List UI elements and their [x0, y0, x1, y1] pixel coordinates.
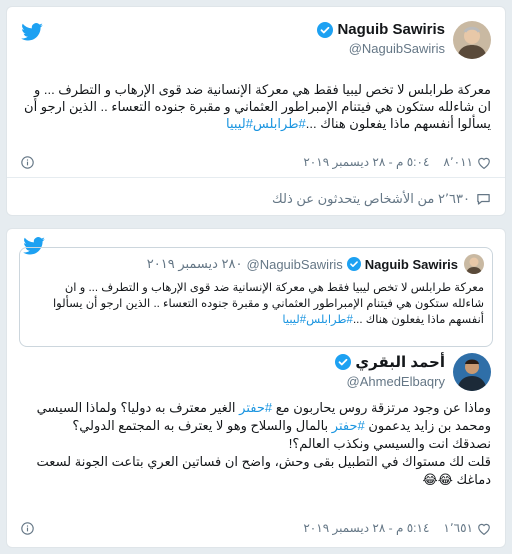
divider [7, 177, 505, 178]
tweet-text: معركة طرابلس لا تخص ليبيا فقط هي معركة ا… [21, 81, 491, 132]
verified-badge-icon [346, 257, 361, 271]
tweet-text-line: شاءلله ستكون هي فيتنام الإمبراطور العثما… [52, 298, 484, 310]
tweet-text-line: ان شاءلله ستكون هي فيتنام الإمبراطور الع… [24, 99, 491, 114]
speech-bubble-icon [476, 192, 491, 206]
tweet-author-header[interactable]: Naguib Sawiris @NaguibSawiris [317, 21, 491, 59]
author-handle[interactable]: @NaguibSawiris [317, 41, 445, 56]
quoted-author-header[interactable]: Naguib Sawiris @NaguibSawiris ٢٨٠ ديسمبر… [147, 254, 484, 274]
tweet-author-header[interactable]: أحمد البقري @AhmedElbaqry [335, 353, 491, 391]
tweet-text-line: نصدقك انت والسيسي ونكذب العالم؟! [288, 436, 491, 451]
tweet-timestamp[interactable]: ٥:٠٤ م - ٢٨ ديسمبر ٢٠١٩ [303, 155, 429, 169]
tweet-text-line: أنفسهم ماذا يفعلون هناك ...#طرابلس#ليبيا [282, 314, 484, 326]
tweet-text-line: ومحمد بن زايد يدعمون #حفتر بالمال والسلا… [72, 418, 491, 433]
info-icon[interactable] [21, 156, 34, 169]
hashtag-link[interactable]: #ليبيا [282, 314, 306, 326]
avatar[interactable] [464, 254, 484, 274]
hashtag-link[interactable]: #طرابلس [253, 116, 306, 131]
hashtag-link[interactable]: #حفتر [332, 418, 365, 433]
verified-badge-icon [335, 354, 352, 370]
tweet-text-line: قلت لك مستواك في التطبيل بقى وحش، واضح ا… [36, 454, 491, 469]
tweet-meta-row: ٨٬٠١١ ٥:٠٤ م - ٢٨ ديسمبر ٢٠١٩ [303, 155, 491, 169]
people-talking-text[interactable]: ٢٬٦٣٠ من الأشخاص يتحدثون عن ذلك [272, 191, 470, 207]
author-display-name: أحمد البقري [355, 354, 445, 371]
author-handle[interactable]: @AhmedElbaqry [335, 374, 445, 389]
like-count[interactable]: ١٬٦٥١ [443, 521, 473, 535]
hashtag-link[interactable]: #حفتر [239, 400, 272, 415]
avatar[interactable] [453, 353, 491, 391]
hashtag-link[interactable]: #طرابلس [306, 314, 353, 326]
quoted-handle[interactable]: @NaguibSawiris [247, 257, 343, 272]
quoted-tweet-text: معركة طرابلس لا تخص ليبيا فقط هي معركة ا… [28, 280, 484, 328]
twitter-bird-icon[interactable] [21, 23, 43, 41]
avatar[interactable] [453, 21, 491, 59]
heart-icon[interactable] [477, 156, 491, 169]
quoted-date[interactable]: ٢٨٠ ديسمبر ٢٠١٩ [147, 256, 243, 272]
tweet-text-line: وماذا عن وجود مرتزقة روس يحاربون مع #حفت… [36, 400, 491, 415]
quoted-display-name: Naguib Sawiris [364, 256, 458, 272]
embedded-tweet-card: Naguib Sawiris @NaguibSawiris ٢٨٠ ديسمبر… [6, 228, 506, 548]
quoted-tweet[interactable]: Naguib Sawiris @NaguibSawiris ٢٨٠ ديسمبر… [19, 247, 493, 347]
tweet-text-line: معركة طرابلس لا تخص ليبيا فقط هي معركة ا… [64, 282, 484, 294]
tweet-text-line: دماغك 😂😂 [422, 472, 491, 487]
author-display-name: Naguib Sawiris [337, 21, 445, 38]
tweet-text-line: معركة طرابلس لا تخص ليبيا فقط هي معركة ا… [33, 82, 491, 97]
embedded-tweet-card: Naguib Sawiris @NaguibSawiris معركة طراب… [6, 6, 506, 216]
hashtag-link[interactable]: #ليبيا [226, 116, 253, 131]
tweet-text-line: يسألوا أنفسهم ماذا يفعلون هناك ...#طرابل… [226, 116, 491, 131]
verified-badge-icon [317, 21, 334, 38]
info-icon[interactable] [21, 522, 34, 535]
heart-icon[interactable] [477, 522, 491, 535]
tweet-meta-row: ١٬٦٥١ ٥:١٤ م - ٢٨ ديسمبر ٢٠١٩ [303, 521, 491, 535]
like-count[interactable]: ٨٬٠١١ [443, 155, 473, 169]
people-talking-link[interactable]: ٢٬٦٣٠ من الأشخاص يتحدثون عن ذلك [272, 191, 491, 207]
tweet-timestamp[interactable]: ٥:١٤ م - ٢٨ ديسمبر ٢٠١٩ [303, 521, 429, 535]
tweet-text: وماذا عن وجود مرتزقة روس يحاربون مع #حفت… [21, 399, 491, 489]
